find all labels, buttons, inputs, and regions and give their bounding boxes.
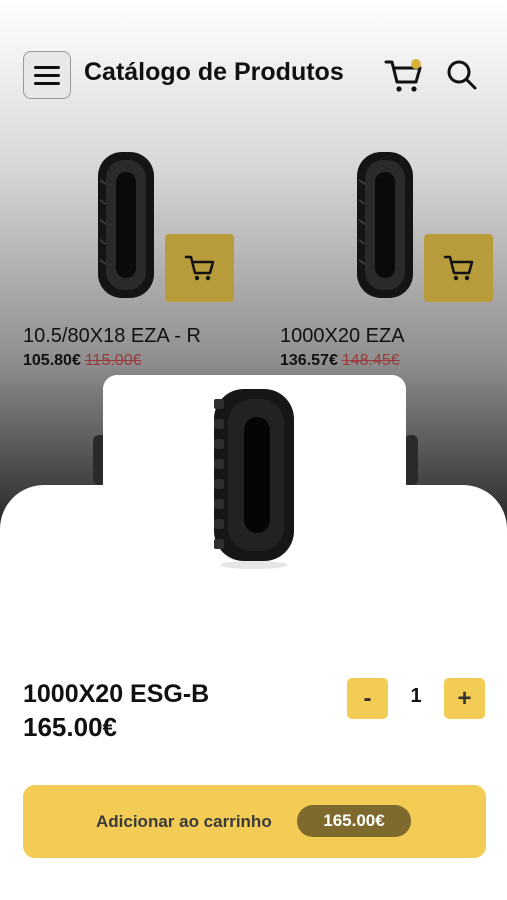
product-old-price: 148.45€ (341, 352, 400, 369)
cart-badge (411, 59, 421, 69)
product-card[interactable]: 1000X20 EZA 136.57€ 148.45€ (275, 135, 507, 375)
add-to-cart-button[interactable] (424, 234, 493, 302)
tire-image (404, 435, 418, 485)
tire-image (357, 152, 413, 298)
quantity-increase-button[interactable]: + (444, 678, 485, 719)
menu-icon-line (34, 65, 60, 69)
product-card[interactable]: 10.5/80X18 EZA - R 105.80€ 115.00€ (18, 135, 258, 375)
add-to-cart-label: Adicionar ao carrinho (96, 812, 272, 831)
product-name: 1000X20 EZA (280, 325, 405, 347)
detail-product-name: 1000X20 ESG-B (23, 680, 210, 708)
product-price: 136.57€ (280, 352, 338, 369)
add-to-cart-button[interactable] (165, 234, 234, 302)
product-old-price: 115.00€ (84, 352, 142, 369)
add-to-cart-icon (443, 255, 473, 281)
product-price: 105.80€ (23, 352, 81, 369)
menu-icon-line (34, 73, 60, 77)
app-header: Catálogo de Produtos (0, 0, 507, 120)
tire-image (214, 389, 294, 569)
add-to-cart-main-button[interactable]: Adicionar ao carrinho 165.00€ (23, 785, 486, 858)
page-title: Catálogo de Produtos (84, 58, 344, 86)
menu-button[interactable] (23, 51, 71, 99)
menu-icon-line (34, 81, 60, 85)
quantity-value: 1 (410, 685, 422, 707)
cart-icon[interactable] (384, 56, 424, 94)
product-name: 10.5/80X18 EZA - R (23, 325, 201, 347)
tire-image (98, 152, 154, 298)
product-price-row: 105.80€ 115.00€ (23, 352, 142, 370)
add-to-cart-icon (184, 255, 214, 281)
search-icon[interactable] (446, 59, 478, 91)
quantity-decrease-button[interactable]: - (347, 678, 388, 719)
product-price-row: 136.57€ 148.45€ (280, 352, 400, 370)
add-to-cart-price-badge: 165.00€ (297, 805, 411, 837)
detail-product-price: 165.00€ (23, 712, 117, 742)
